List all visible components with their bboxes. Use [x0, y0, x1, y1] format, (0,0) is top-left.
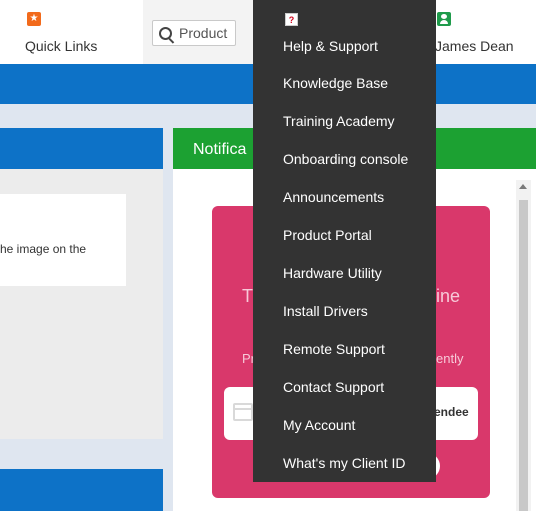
left-card-text: he image on the: [0, 242, 87, 256]
calendar-icon: [233, 403, 253, 421]
promo-subtitle-end: ently: [436, 351, 464, 366]
menu-item-contact-support[interactable]: Contact Support: [283, 379, 384, 395]
menu-item-install-drivers[interactable]: Install Drivers: [283, 303, 368, 319]
left-panel-card: [0, 194, 126, 286]
product-search-box[interactable]: [152, 20, 236, 46]
menu-item-training-academy[interactable]: Training Academy: [283, 113, 395, 129]
search-icon[interactable]: [159, 27, 172, 40]
help-support-button[interactable]: [253, 0, 436, 64]
scrollbar-thumb[interactable]: [519, 200, 528, 511]
promo-title-start: T: [242, 286, 253, 306]
menu-item-knowledge-base[interactable]: Knowledge Base: [283, 75, 388, 91]
product-search-input[interactable]: [179, 24, 233, 42]
left-panel-footer: [0, 469, 163, 511]
help-support-label[interactable]: Help & Support: [283, 38, 378, 54]
menu-item-hardware-utility[interactable]: Hardware Utility: [283, 265, 382, 281]
question-icon: ?: [285, 13, 298, 26]
star-icon: ★: [27, 12, 41, 26]
menu-item-client-id[interactable]: What's my Client ID: [283, 455, 405, 471]
menu-item-onboarding-console[interactable]: Onboarding console: [283, 151, 408, 167]
promo-input-text: endee: [434, 405, 469, 419]
left-panel-header: [0, 128, 163, 169]
menu-item-my-account[interactable]: My Account: [283, 417, 355, 433]
menu-item-announcements[interactable]: Announcements: [283, 189, 384, 205]
notifications-title: Notifica: [193, 141, 247, 158]
user-icon[interactable]: [437, 12, 451, 26]
user-name-label[interactable]: James Dean: [435, 38, 514, 54]
quick-links-label: Quick Links: [25, 38, 98, 54]
scroll-up-arrow-icon[interactable]: [519, 184, 527, 189]
menu-item-remote-support[interactable]: Remote Support: [283, 341, 385, 357]
quick-links-button[interactable]: ★ Quick Links: [0, 0, 142, 64]
promo-title-end: ine: [436, 286, 461, 306]
menu-item-product-portal[interactable]: Product Portal: [283, 227, 372, 243]
